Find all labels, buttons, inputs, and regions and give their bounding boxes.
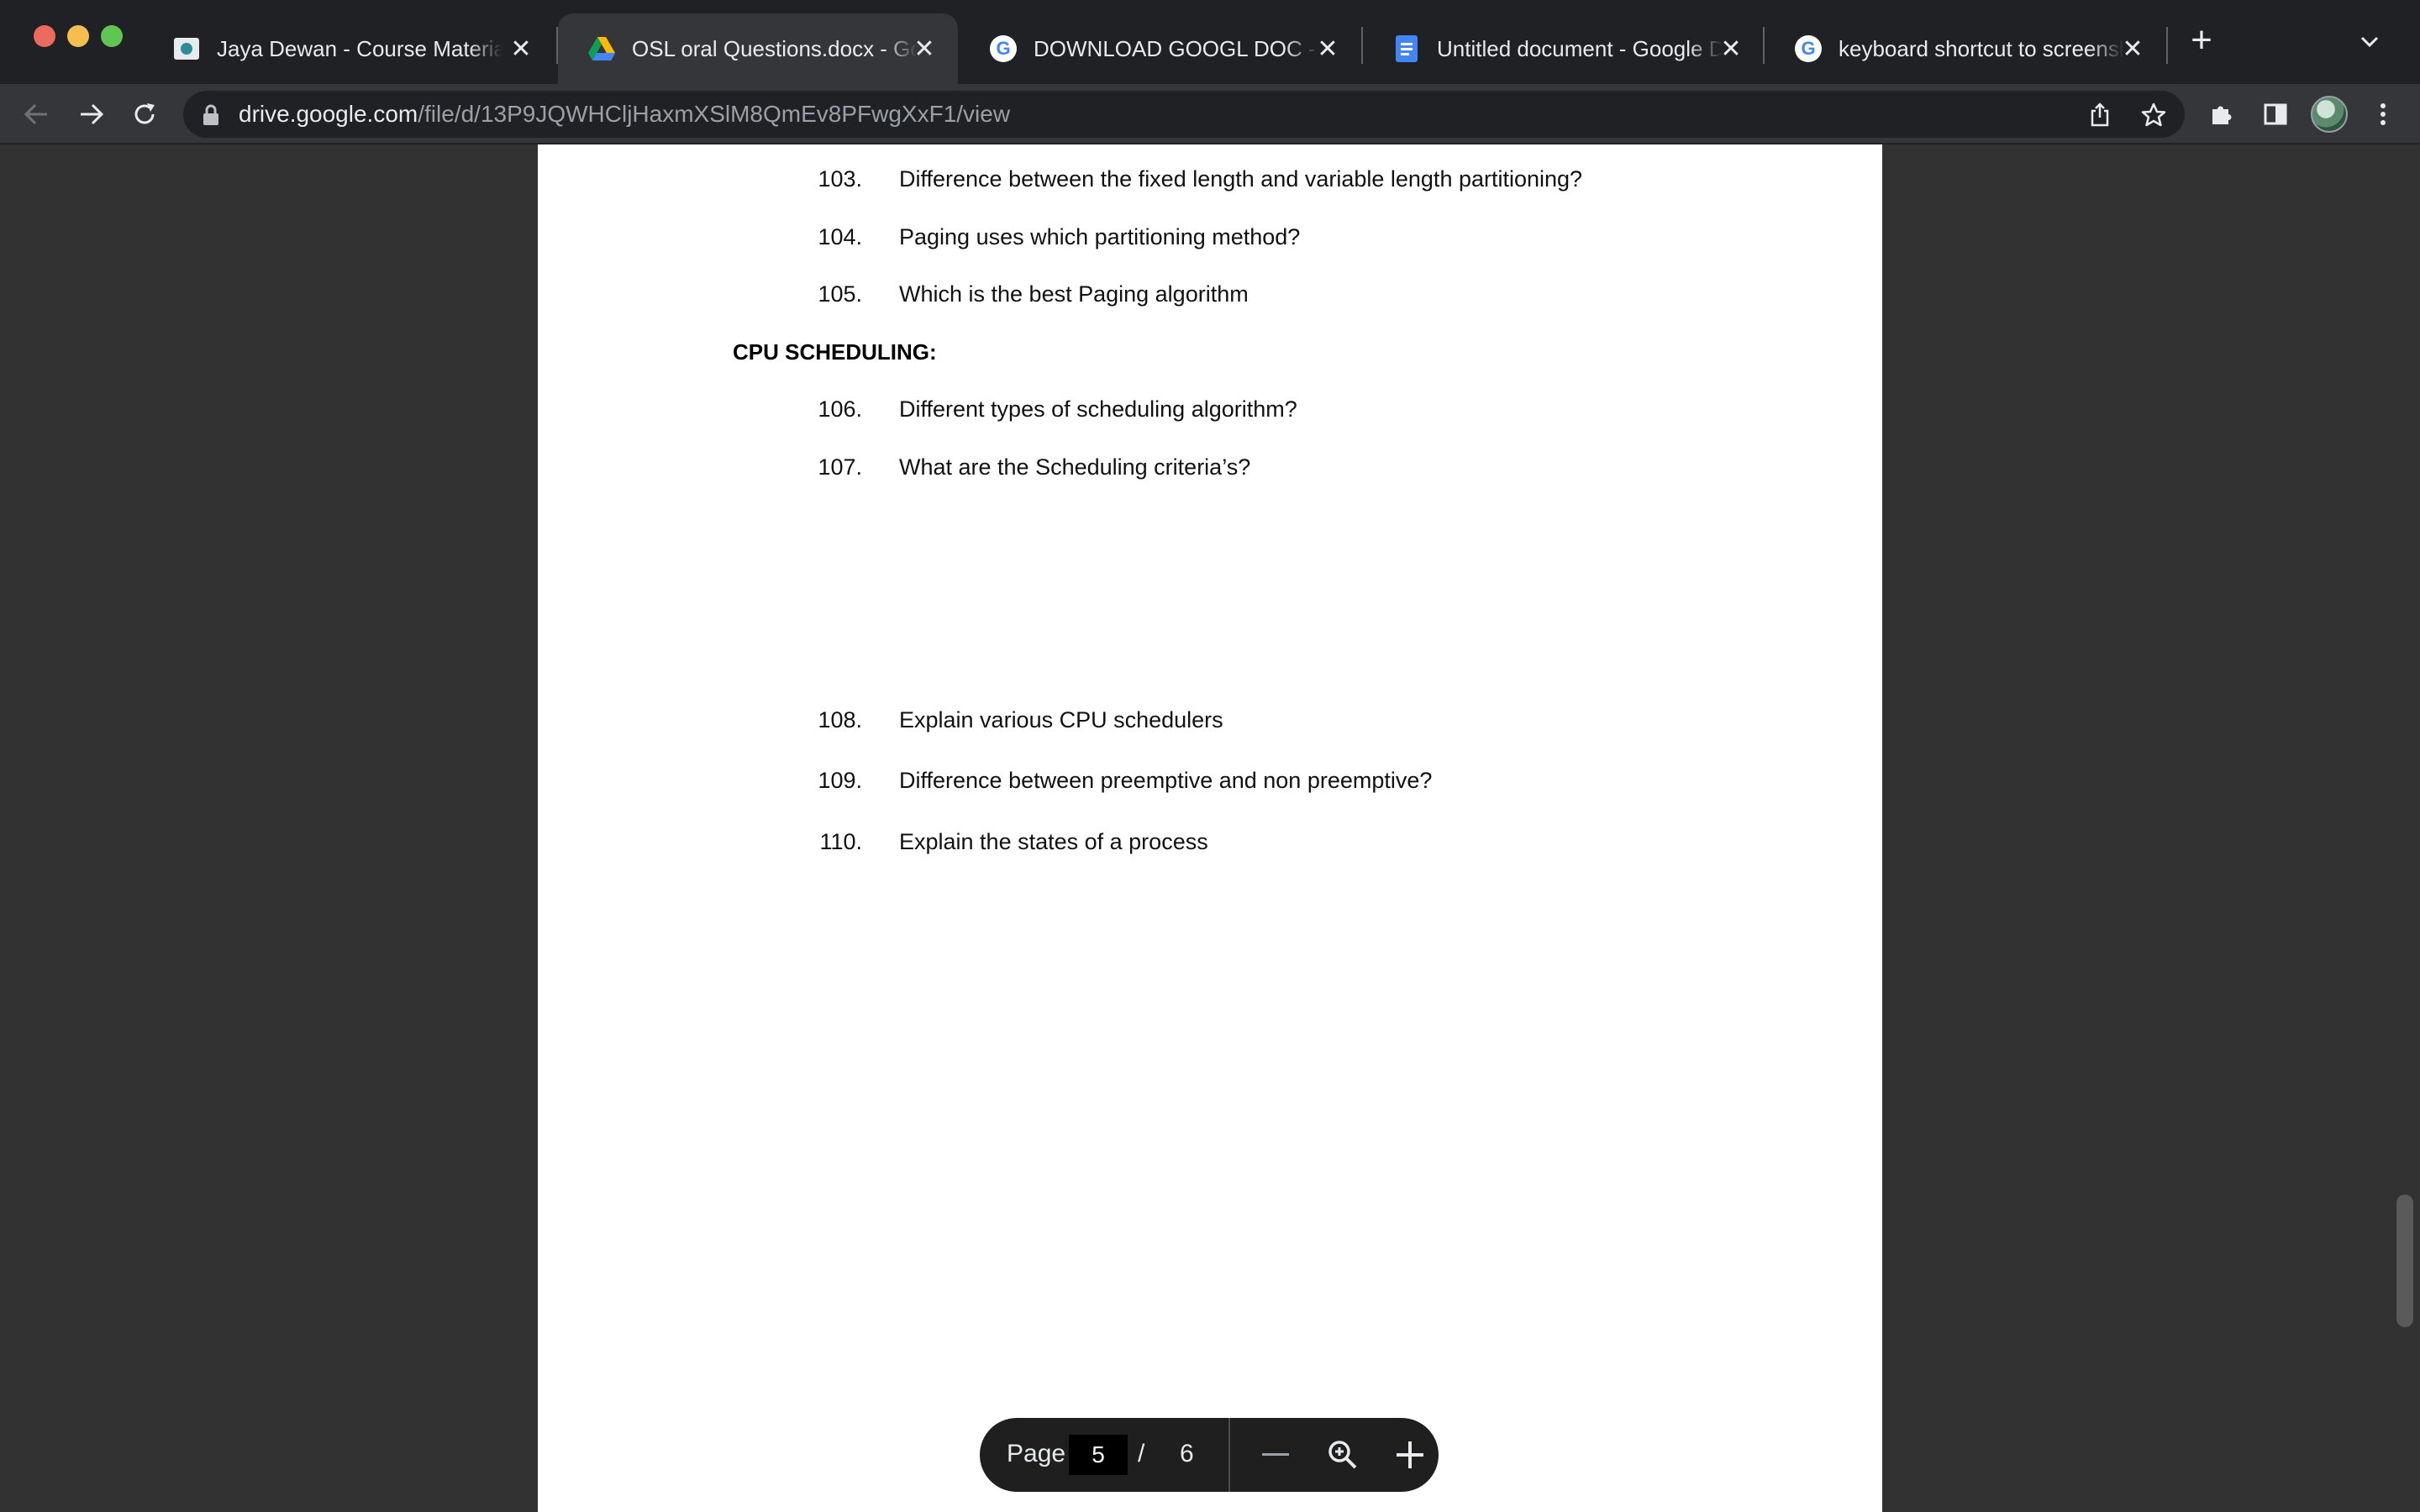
section-heading: CPU SCHEDULING: bbox=[733, 339, 937, 365]
more-options-icon[interactable] bbox=[2361, 92, 2405, 136]
tab-title: Untitled document - Google Docs bbox=[1437, 35, 1723, 61]
page-number-input[interactable]: 5 bbox=[1069, 1435, 1128, 1475]
question-text: Difference between preemptive and non pr… bbox=[899, 768, 1433, 793]
tab-strip: Jaya Dewan - Course Material ✕ OSL oral … bbox=[0, 0, 2420, 84]
question-text: Which is the best Paging algorithm bbox=[899, 281, 1249, 307]
url-text[interactable]: drive.google.com/file/d/13P9JQWHCljHaxmX… bbox=[239, 101, 1010, 128]
question-number: 109. bbox=[818, 768, 862, 793]
forward-button[interactable] bbox=[69, 92, 113, 136]
tab-untitled-document[interactable]: Untitled document - Google Docs ✕ bbox=[1363, 13, 1765, 84]
tab-keyboard-shortcut[interactable]: G keyboard shortcut to screenshot ✕ bbox=[1765, 13, 2166, 84]
question-text: What are the Scheduling criteria’s? bbox=[899, 454, 1251, 480]
page-controls: Page 5 / 6 bbox=[980, 1418, 1439, 1492]
close-tab-icon[interactable]: ✕ bbox=[2118, 34, 2148, 64]
address-bar[interactable]: drive.google.com/file/d/13P9JQWHCljHaxmX… bbox=[183, 91, 2185, 138]
zoom-in-button[interactable] bbox=[1392, 1436, 1428, 1473]
document-viewer[interactable]: 103. Difference between the fixed length… bbox=[0, 144, 2420, 1512]
question-number: 110. bbox=[819, 829, 862, 854]
zoom-out-button[interactable] bbox=[1257, 1436, 1294, 1473]
tab-osl-oral-questions[interactable]: OSL oral Questions.docx - Google Drive ✕ bbox=[558, 13, 958, 84]
tab-search-chevron-icon[interactable] bbox=[2353, 25, 2386, 59]
browser-toolbar: drive.google.com/file/d/13P9JQWHCljHaxmX… bbox=[0, 84, 2420, 144]
question-text: Paging uses which partitioning method? bbox=[899, 224, 1301, 249]
google-drive-icon bbox=[588, 35, 615, 62]
bookmark-star-icon[interactable] bbox=[2139, 101, 2168, 129]
question-number: 104. bbox=[818, 224, 862, 249]
tab-separator bbox=[2166, 27, 2168, 64]
close-window-button[interactable] bbox=[34, 25, 55, 47]
share-icon[interactable] bbox=[2086, 101, 2114, 129]
profile-avatar[interactable] bbox=[2311, 96, 2348, 133]
tab-download-google-doc[interactable]: G DOWNLOAD GOOGL DOC - Google Search ✕ bbox=[960, 13, 1361, 84]
zoom-icon[interactable] bbox=[1324, 1436, 1361, 1473]
google-docs-icon bbox=[1393, 35, 1420, 62]
question-number: 107. bbox=[818, 454, 862, 480]
tab-title: OSL oral Questions.docx - Google Drive bbox=[632, 35, 918, 61]
divider bbox=[1228, 1418, 1230, 1492]
page-label: Page bbox=[1007, 1440, 1066, 1467]
tab-title: keyboard shortcut to screenshot bbox=[1839, 35, 2124, 61]
close-tab-icon[interactable]: ✕ bbox=[506, 34, 536, 64]
back-button[interactable] bbox=[15, 92, 59, 136]
google-icon: G bbox=[1795, 35, 1822, 62]
tab-title: Jaya Dewan - Course Material bbox=[217, 35, 502, 61]
reload-button[interactable] bbox=[123, 92, 166, 136]
question-text: Difference between the fixed length and … bbox=[899, 166, 1583, 192]
vertical-scrollbar[interactable] bbox=[2396, 1194, 2413, 1327]
question-number: 106. bbox=[818, 396, 862, 422]
page-total: 6 bbox=[1180, 1440, 1194, 1467]
close-tab-icon[interactable]: ✕ bbox=[1313, 34, 1343, 64]
extensions-puzzle-icon[interactable] bbox=[2200, 92, 2244, 136]
tab-course-material[interactable]: Jaya Dewan - Course Material ✕ bbox=[143, 13, 555, 84]
school-icon bbox=[173, 35, 200, 62]
document-page: 108. Explain various CPU schedulers 109.… bbox=[538, 570, 1882, 1512]
fullscreen-window-button[interactable] bbox=[101, 25, 123, 47]
question-text: Different types of scheduling algorithm? bbox=[899, 396, 1297, 422]
lock-icon[interactable] bbox=[202, 104, 222, 126]
new-tab-button[interactable]: + bbox=[2181, 19, 2222, 60]
question-number: 103. bbox=[818, 166, 862, 192]
question-text: Explain various CPU schedulers bbox=[899, 707, 1223, 732]
page-separator: / bbox=[1138, 1440, 1145, 1467]
google-icon: G bbox=[990, 35, 1017, 62]
minimize-window-button[interactable] bbox=[67, 25, 89, 47]
side-panel-icon[interactable] bbox=[2254, 92, 2297, 136]
close-tab-icon[interactable]: ✕ bbox=[909, 34, 939, 64]
question-text: Explain the states of a process bbox=[899, 829, 1208, 854]
close-tab-icon[interactable]: ✕ bbox=[1716, 34, 1746, 64]
question-number: 108. bbox=[818, 707, 862, 732]
tab-title: DOWNLOAD GOOGL DOC - Google Search bbox=[1034, 35, 1319, 61]
question-number: 105. bbox=[818, 281, 862, 307]
